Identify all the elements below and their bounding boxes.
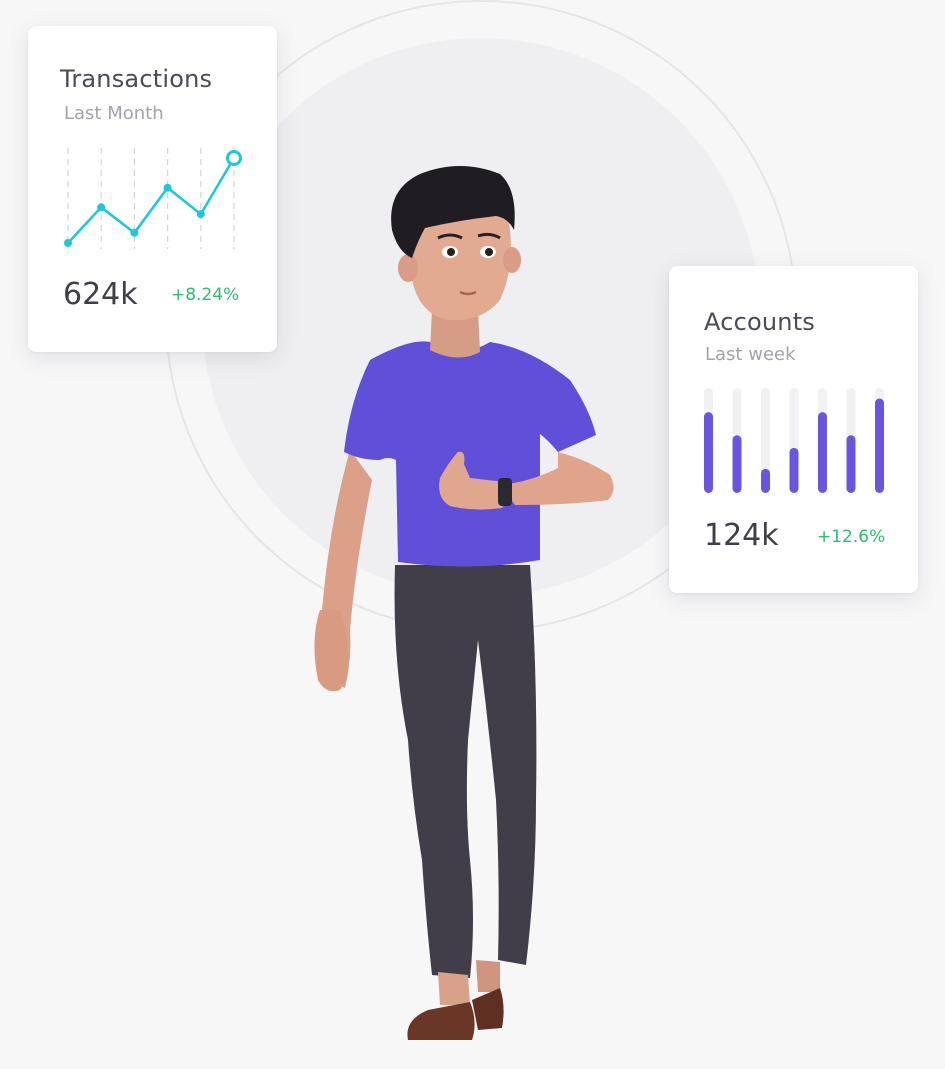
bar	[875, 398, 884, 493]
series-line	[67, 157, 236, 244]
accounts-bar-chart	[704, 388, 884, 493]
left-hand	[314, 610, 349, 692]
bar	[732, 435, 742, 493]
ear-right	[503, 247, 521, 273]
bar	[761, 468, 770, 493]
hero-illustration: Transactions Last Month 624k +8.24% Acco…	[0, 0, 945, 1069]
card-subtitle: Last Month	[64, 103, 164, 124]
card-change: +8.24%	[171, 285, 240, 305]
data-point	[196, 210, 205, 219]
data-point	[97, 203, 106, 212]
bar	[789, 447, 799, 493]
avatar-illustration	[314, 166, 614, 1040]
transactions-card: Transactions Last Month 624k +8.24%	[28, 26, 277, 352]
data-point	[130, 228, 139, 237]
ear-left	[398, 254, 418, 282]
card-change: +12.6%	[817, 527, 886, 547]
bar	[818, 412, 827, 493]
data-point	[226, 150, 242, 166]
accounts-card: Accounts Last week 124k +12.6%	[669, 266, 918, 593]
pants	[394, 565, 537, 978]
transactions-line-chart	[64, 148, 242, 249]
bar	[704, 412, 713, 493]
card-title: Transactions	[60, 65, 213, 93]
card-subtitle: Last week	[705, 344, 796, 365]
card-value: 624k	[63, 277, 138, 312]
wristwatch	[498, 478, 512, 506]
data-point	[163, 183, 172, 192]
data-point	[64, 239, 72, 247]
ankle-right	[476, 960, 500, 992]
bar	[846, 435, 856, 493]
sandal-left	[407, 1002, 475, 1040]
sandal-right	[472, 988, 504, 1030]
card-title: Accounts	[704, 308, 816, 336]
card-value: 124k	[704, 518, 779, 553]
ankles	[438, 972, 470, 1005]
